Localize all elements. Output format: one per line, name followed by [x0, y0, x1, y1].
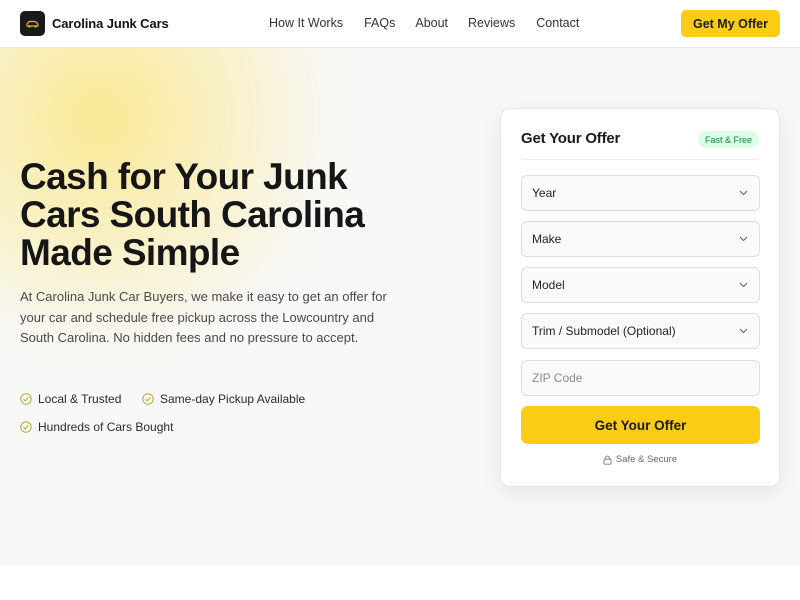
- model-select[interactable]: Model: [521, 267, 760, 303]
- fast-free-badge: Fast & Free: [697, 131, 759, 148]
- nav-about[interactable]: About: [415, 16, 448, 30]
- zip-code-placeholder: ZIP Code: [532, 371, 583, 385]
- feature-label: Local & Trusted: [38, 392, 122, 406]
- trim-select[interactable]: Trim / Submodel (Optional): [521, 313, 760, 349]
- brand-name: Carolina Junk Cars: [52, 16, 169, 31]
- lock-icon: [603, 455, 612, 465]
- chevron-down-icon: [739, 328, 748, 334]
- check-circle-icon: [20, 393, 32, 405]
- hero-description: At Carolina Junk Car Buyers, we make it …: [20, 289, 387, 345]
- feature-label: Same-day Pickup Available: [160, 392, 306, 406]
- offer-form-title: Get Your Offer: [521, 130, 621, 147]
- feature-item: Same-day Pickup Available: [142, 392, 305, 406]
- secure-note: Safe & Secure: [501, 454, 779, 465]
- offer-form-card: Get Your Offer Fast & Free Year Make Mod…: [500, 108, 780, 487]
- check-circle-icon: [20, 421, 32, 433]
- brand-logo[interactable]: Carolina Junk Cars: [20, 11, 169, 36]
- get-my-offer-button[interactable]: Get My Offer: [681, 10, 780, 37]
- secure-note-label: Safe & Secure: [615, 454, 678, 465]
- trim-select-value: Trim / Submodel (Optional): [532, 324, 676, 338]
- headline-line: Cash for Your Junk: [20, 156, 348, 197]
- main-nav: How It Works FAQs About Reviews Contact: [269, 16, 579, 30]
- chevron-down-icon: [739, 190, 748, 196]
- get-your-offer-button[interactable]: Get Your Offer: [521, 406, 760, 444]
- chevron-down-icon: [739, 236, 748, 242]
- headline-line: Made Simple: [20, 232, 240, 273]
- feature-item: Local & Trusted: [20, 392, 121, 406]
- nav-faqs[interactable]: FAQs: [364, 16, 395, 30]
- year-select[interactable]: Year: [521, 175, 760, 211]
- car-icon: [20, 11, 45, 36]
- year-select-value: Year: [532, 186, 557, 200]
- headline-line: Cars South Carolina: [20, 194, 365, 235]
- nav-reviews[interactable]: Reviews: [468, 16, 515, 30]
- site-header: Carolina Junk Cars How It Works FAQs Abo…: [0, 0, 800, 48]
- nav-contact[interactable]: Contact: [536, 16, 579, 30]
- make-select-value: Make: [532, 232, 562, 246]
- make-select[interactable]: Make: [521, 221, 760, 257]
- hero-headline: Cash for Your Junk Cars South Carolina M…: [20, 158, 420, 272]
- feature-item: Hundreds of Cars Bought: [20, 420, 173, 434]
- chevron-down-icon: [739, 282, 748, 288]
- card-divider: [521, 159, 759, 160]
- model-select-value: Model: [532, 278, 565, 292]
- nav-how-it-works[interactable]: How It Works: [269, 16, 343, 30]
- check-circle-icon: [142, 393, 154, 405]
- zip-code-input[interactable]: ZIP Code: [521, 360, 760, 396]
- feature-label: Hundreds of Cars Bought: [38, 420, 174, 434]
